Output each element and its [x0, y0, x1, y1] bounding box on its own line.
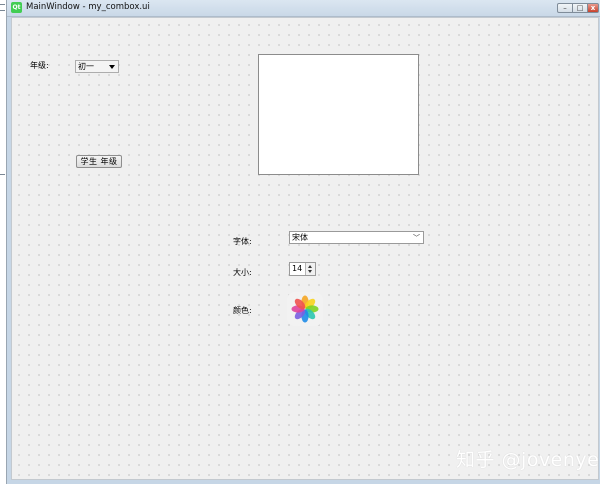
flower-icon-graphic — [291, 295, 319, 323]
color-label: 颜色: — [233, 306, 252, 315]
background-window-strip — [0, 0, 7, 484]
photos-flower-icon[interactable] — [287, 292, 323, 326]
size-spinbox[interactable]: 14 — [289, 262, 316, 276]
font-label: 字体: — [233, 237, 252, 246]
qt-logo-icon: Qt — [11, 2, 22, 13]
form-canvas: 年级: 初一 学生 年级 字体: 宋体 ﹀ 大小: 14 颜色: 知乎 @jov… — [11, 17, 599, 480]
size-label: 大小: — [233, 268, 252, 277]
main-window: Qt MainWindow - my_combox.ui – □ x 年级: 初… — [7, 0, 600, 484]
minimize-button[interactable]: – — [557, 3, 573, 13]
grade-combobox-value: 初一 — [78, 62, 94, 71]
maximize-button[interactable]: □ — [572, 3, 588, 13]
grade-label: 年级: — [30, 61, 49, 70]
student-grade-button[interactable]: 学生 年级 — [76, 155, 122, 168]
spin-up-icon[interactable] — [308, 265, 312, 268]
font-combobox[interactable]: 宋体 ﹀ — [289, 231, 424, 244]
spin-down-icon[interactable] — [308, 270, 312, 273]
strip-tick — [0, 4, 5, 5]
watermark-text: 知乎 @jovenye — [456, 449, 600, 471]
window-title: MainWindow - my_combox.ui — [26, 2, 150, 12]
strip-tick — [0, 10, 5, 11]
title-bar[interactable]: Qt MainWindow - my_combox.ui – □ x — [7, 0, 600, 17]
strip-tick — [0, 174, 5, 175]
close-button[interactable]: x — [587, 3, 599, 13]
triangle-down-icon — [109, 65, 115, 69]
grade-combobox[interactable]: 初一 — [75, 60, 119, 73]
chevron-down-icon: ﹀ — [413, 234, 420, 242]
font-combobox-value: 宋体 — [292, 233, 308, 242]
spin-buttons[interactable] — [305, 263, 315, 275]
size-spinbox-value: 14 — [292, 264, 303, 273]
text-display-box[interactable] — [258, 54, 419, 175]
